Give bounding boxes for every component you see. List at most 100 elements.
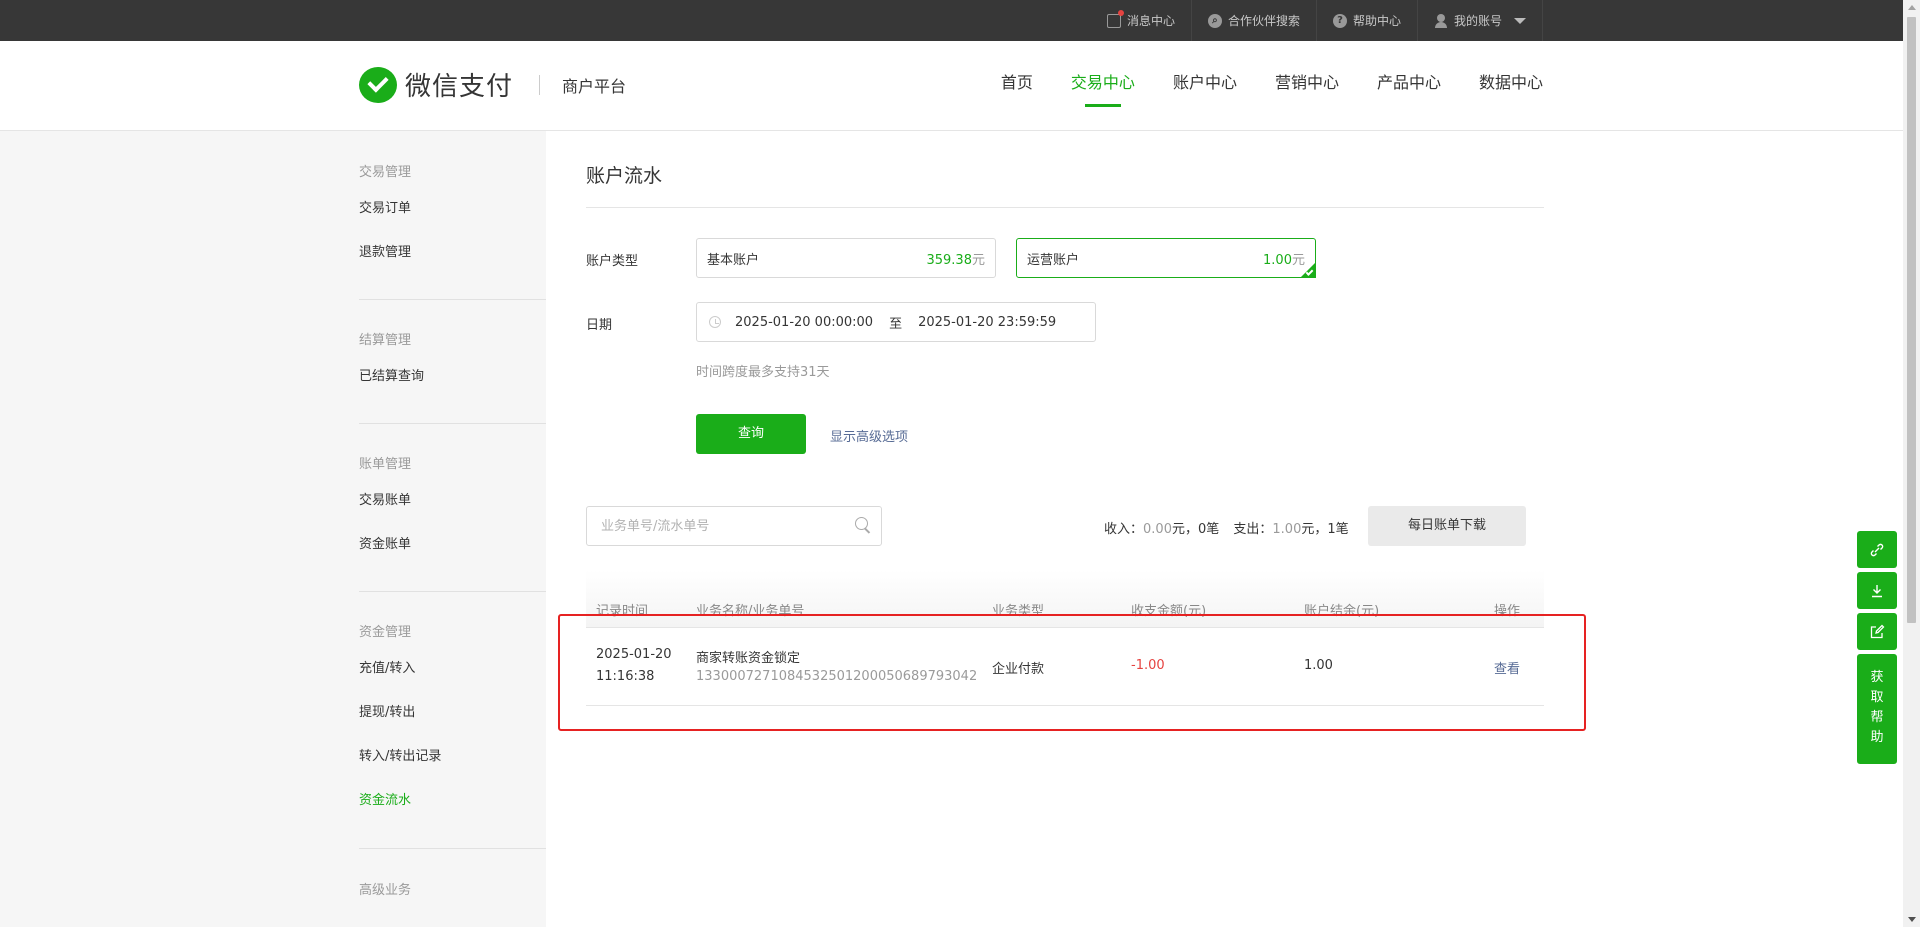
date-label: 日期 — [586, 318, 613, 333]
utility-links: 消息中心 ⌕ 合作伙伴搜索 ? 帮助中心 我的账号 — [1091, 0, 1543, 41]
help-icon: ? — [1332, 13, 1347, 28]
sidebar-group-bills: 账单管理 交易账单 资金账单 — [359, 453, 546, 567]
sidebar-group-advanced: 高级业务 — [359, 879, 546, 899]
income-suffix: 元，0笔 — [1171, 522, 1220, 537]
selected-check-icon — [1305, 268, 1314, 276]
income-amount: 0.00 — [1143, 522, 1172, 537]
table-header: 记录时间 业务名称/业务单号 业务类型 收支金额(元) 账户结余(元) 操作 — [586, 570, 1544, 628]
partner-search-link[interactable]: ⌕ 合作伙伴搜索 — [1190, 0, 1316, 41]
sidebar: 交易管理 交易订单 退款管理 结算管理 已结算查询 账单管理 交易账单 资金账单… — [0, 131, 546, 927]
download-icon — [1872, 584, 1882, 597]
sidebar-item-trade-bill[interactable]: 交易账单 — [359, 479, 546, 523]
date-start[interactable]: 2025-01-20 00:00:00 — [735, 315, 873, 330]
nav-home[interactable]: 首页 — [1001, 41, 1033, 131]
sidebar-group-title: 结算管理 — [359, 333, 412, 348]
vertical-scrollbar[interactable] — [1903, 0, 1920, 927]
my-account-label: 我的账号 — [1453, 14, 1502, 28]
business-name: 商家转账资金锁定 — [696, 651, 801, 666]
sidebar-group-title: 资金管理 — [359, 625, 412, 640]
sidebar-item-recharge[interactable]: 充值/转入 — [359, 647, 546, 691]
scroll-down-arrow-icon[interactable] — [1908, 917, 1916, 922]
date-separator: 至 — [889, 316, 903, 332]
help-char: 帮 — [1870, 710, 1884, 725]
sidebar-group-funds: 资金管理 充值/转入 提现/转出 转入/转出记录 资金流水 — [359, 621, 546, 823]
partner-search-label: 合作伙伴搜索 — [1227, 14, 1300, 28]
help-char: 助 — [1870, 730, 1884, 745]
column-header: 收支金额(元) — [1131, 604, 1207, 619]
nav-account-center[interactable]: 账户中心 — [1173, 41, 1237, 131]
message-center-label: 消息中心 — [1126, 14, 1175, 28]
search-icon[interactable] — [855, 517, 871, 533]
logo-divider — [539, 74, 541, 95]
account-name: 运营账户 — [1027, 252, 1080, 268]
clock-icon — [709, 316, 721, 328]
expense-amount: 1.00 — [1272, 522, 1302, 537]
flow-summary: 收入：0.00元，0笔 支出：1.00元，1笔 — [1104, 518, 1349, 537]
link-icon — [1870, 543, 1884, 556]
sidebar-divider — [359, 591, 546, 592]
my-account-menu[interactable]: 我的账号 — [1416, 0, 1543, 41]
logo-text: 微信支付 — [405, 72, 514, 102]
help-center-link[interactable]: ? 帮助中心 — [1315, 0, 1417, 41]
search-circle-icon: ⌕ — [1207, 13, 1222, 28]
record-date: 2025-01-20 — [596, 647, 672, 662]
daily-bill-download-button[interactable]: 每日账单下载 — [1368, 506, 1526, 546]
logo[interactable]: 微信支付 商户平台 — [359, 66, 626, 103]
get-help-button[interactable]: 获 取 帮 助 — [1857, 654, 1897, 764]
show-advanced-link[interactable]: 显示高级选项 — [830, 426, 908, 445]
account-unit: 元 — [1291, 252, 1305, 268]
account-balance: 1.00 — [1304, 658, 1333, 673]
date-range-picker[interactable]: 2025-01-20 00:00:00 至 2025-01-20 23:59:5… — [696, 302, 1096, 342]
top-utility-bar: 消息中心 ⌕ 合作伙伴搜索 ? 帮助中心 我的账号 — [0, 0, 1903, 41]
platform-name: 商户平台 — [562, 76, 627, 96]
user-icon — [1434, 13, 1448, 28]
account-amount: 359.38 — [926, 252, 972, 268]
account-type-label: 账户类型 — [586, 254, 639, 269]
help-char: 取 — [1870, 690, 1884, 705]
account-amount: 1.00 — [1263, 252, 1292, 268]
view-link[interactable]: 查看 — [1494, 658, 1520, 677]
message-icon — [1106, 9, 1124, 28]
sidebar-item-fund-bill[interactable]: 资金账单 — [359, 523, 546, 567]
sidebar-item-settled-query[interactable]: 已结算查询 — [359, 355, 546, 399]
edit-icon — [1870, 624, 1885, 638]
search-box — [586, 506, 882, 546]
download-button[interactable] — [1857, 572, 1897, 609]
message-center-link[interactable]: 消息中心 — [1091, 0, 1191, 41]
income-label: 收入： — [1104, 522, 1144, 537]
record-time: 11:16:38 — [596, 669, 655, 684]
sidebar-group-title: 账单管理 — [359, 457, 412, 472]
sidebar-divider — [359, 423, 546, 424]
nav-product-center[interactable]: 产品中心 — [1377, 41, 1441, 131]
sidebar-divider — [359, 299, 546, 300]
sidebar-item-withdraw[interactable]: 提现/转出 — [359, 691, 546, 735]
scroll-up-arrow-icon[interactable] — [1908, 5, 1916, 10]
date-end[interactable]: 2025-01-20 23:59:59 — [918, 315, 1056, 330]
sidebar-divider — [359, 848, 546, 849]
account-option-basic[interactable]: 基本账户 359.38元 — [696, 238, 996, 278]
column-header: 账户结余(元) — [1304, 604, 1380, 619]
scrollbar-thumb[interactable] — [1907, 17, 1916, 623]
sidebar-item-transfer-records[interactable]: 转入/转出记录 — [359, 735, 546, 779]
nav-data-center[interactable]: 数据中心 — [1479, 41, 1543, 131]
query-button[interactable]: 查询 — [696, 414, 806, 454]
nav-marketing-center[interactable]: 营销中心 — [1275, 41, 1339, 131]
sidebar-item-trade-orders[interactable]: 交易订单 — [359, 187, 546, 231]
expense-label: 支出： — [1233, 522, 1273, 537]
account-name: 基本账户 — [707, 252, 760, 268]
column-header: 操作 — [1494, 604, 1521, 619]
account-option-operation[interactable]: 运营账户 1.00元 — [1016, 238, 1316, 278]
sidebar-group-trade: 交易管理 交易订单 退款管理 — [359, 161, 546, 275]
sidebar-group-title: 交易管理 — [359, 165, 412, 180]
date-hint: 时间跨度最多支持31天 — [696, 365, 830, 380]
nav-trade-center[interactable]: 交易中心 — [1071, 41, 1135, 131]
feedback-button[interactable] — [1857, 613, 1897, 650]
column-header: 业务名称/业务单号 — [696, 604, 805, 619]
sidebar-item-refund[interactable]: 退款管理 — [359, 231, 546, 275]
sidebar-group-title: 高级业务 — [359, 883, 412, 898]
sidebar-item-fund-flow[interactable]: 资金流水 — [359, 779, 546, 823]
flow-amount: -1.00 — [1131, 658, 1165, 673]
search-input[interactable] — [587, 507, 827, 545]
link-button[interactable] — [1857, 531, 1897, 568]
business-number: 1330007271084532501200050689793042 — [696, 669, 978, 684]
